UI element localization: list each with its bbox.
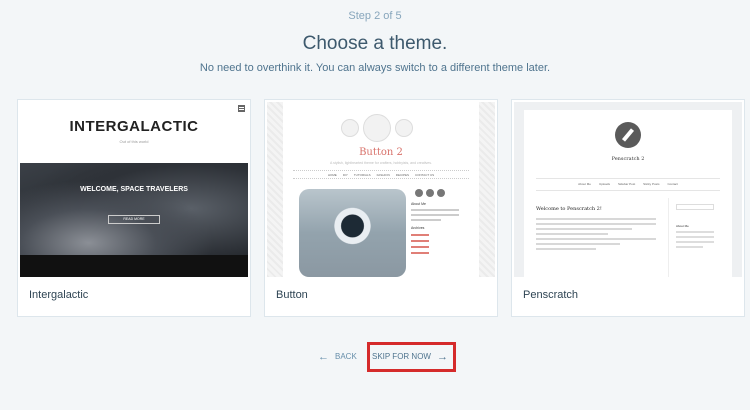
- preview-tagline: Out of this world: [119, 139, 149, 144]
- preview-post-body: [536, 218, 656, 253]
- preview-sidebar: About Me Archives: [411, 189, 467, 254]
- preview-tagline: A stylish, lighthearted theme for crafte…: [330, 161, 432, 165]
- preview-nav-item: HOME: [327, 173, 337, 177]
- theme-preview-penscratch[interactable]: Penscratch 2 About Me Uploads Sidebar Po…: [514, 102, 742, 277]
- theme-card-penscratch[interactable]: Penscratch 2 About Me Uploads Sidebar Po…: [511, 99, 745, 317]
- theme-name: Button: [276, 289, 308, 301]
- preview-nav: About Me Uploads Sidebar Post Sticky Pos…: [524, 182, 732, 186]
- step-indicator: Step 2 of 5: [348, 10, 402, 22]
- menu-icon: [238, 105, 245, 112]
- theme-name: Penscratch: [523, 289, 579, 301]
- preview-search-box: [676, 204, 714, 210]
- page-title: Choose a theme.: [302, 33, 448, 54]
- preview-hero-band: [20, 255, 248, 277]
- preview-nav: HOME DIY TUTORIALS FASHION RECIPES CONTA…: [293, 170, 469, 179]
- theme-preview-button[interactable]: Button 2 A stylish, lighthearted theme f…: [267, 102, 495, 277]
- preview-site-title: Penscratch 2: [611, 156, 645, 162]
- preview-nav-item: Sticky Posts: [643, 182, 660, 186]
- theme-preview-intergalactic[interactable]: INTERGALACTIC Out of this world WELCOME,…: [20, 102, 248, 277]
- preview-featured-image: [299, 189, 406, 277]
- preview-hero-heading: WELCOME, SPACE TRAVELERS: [80, 186, 188, 193]
- social-icons: [415, 189, 467, 197]
- preview-hero-image: WELCOME, SPACE TRAVELERS READ MORE: [20, 163, 248, 277]
- preview-sidebar-heading: About Me: [676, 224, 689, 228]
- preview-hero-button: READ MORE: [108, 215, 160, 224]
- preview-archive-heading: Archives: [411, 226, 425, 230]
- theme-name: Intergalactic: [29, 289, 89, 301]
- back-button[interactable]: ← BACK: [318, 350, 357, 363]
- preview-nav-item: CONTACT US: [414, 173, 435, 177]
- preview-logo: INTERGALACTIC: [69, 118, 199, 135]
- pencil-logo-icon: [615, 122, 641, 148]
- preview-nav-item: TUTORIALS: [353, 173, 371, 177]
- preview-page: Button 2 A stylish, lighthearted theme f…: [283, 102, 479, 277]
- theme-card-intergalactic[interactable]: INTERGALACTIC Out of this world WELCOME,…: [17, 99, 251, 317]
- preview-post-title: Welcome to Penscratch 2!: [536, 206, 602, 212]
- preview-nav-item: DIY: [342, 173, 348, 177]
- arrow-left-icon: ←: [318, 350, 329, 363]
- theme-card-button[interactable]: Button 2 A stylish, lighthearted theme f…: [264, 99, 498, 317]
- arrow-right-icon: →: [436, 350, 448, 363]
- back-label: BACK: [335, 352, 357, 361]
- button-logo-icon: [341, 114, 421, 142]
- preview-nav-item: Contact: [667, 182, 678, 186]
- preview-page: Penscratch 2 About Me Uploads Sidebar Po…: [524, 110, 732, 277]
- skip-label: SKIP FOR NOW: [372, 352, 431, 361]
- page-subtitle: No need to overthink it. You can always …: [199, 62, 551, 74]
- preview-header: INTERGALACTIC Out of this world: [20, 102, 248, 163]
- preview-site-title: Button 2: [359, 147, 403, 158]
- preview-nav-item: Uploads: [598, 182, 610, 186]
- skip-for-now-button[interactable]: SKIP FOR NOW →: [372, 350, 448, 363]
- preview-nav-item: Sidebar Post: [617, 182, 636, 186]
- preview-nav-item: RECIPES: [395, 173, 409, 177]
- preview-sidebar-heading: About Me: [411, 202, 426, 206]
- preview-nav-item: About Me: [578, 182, 591, 186]
- preview-nav-item: FASHION: [376, 173, 390, 177]
